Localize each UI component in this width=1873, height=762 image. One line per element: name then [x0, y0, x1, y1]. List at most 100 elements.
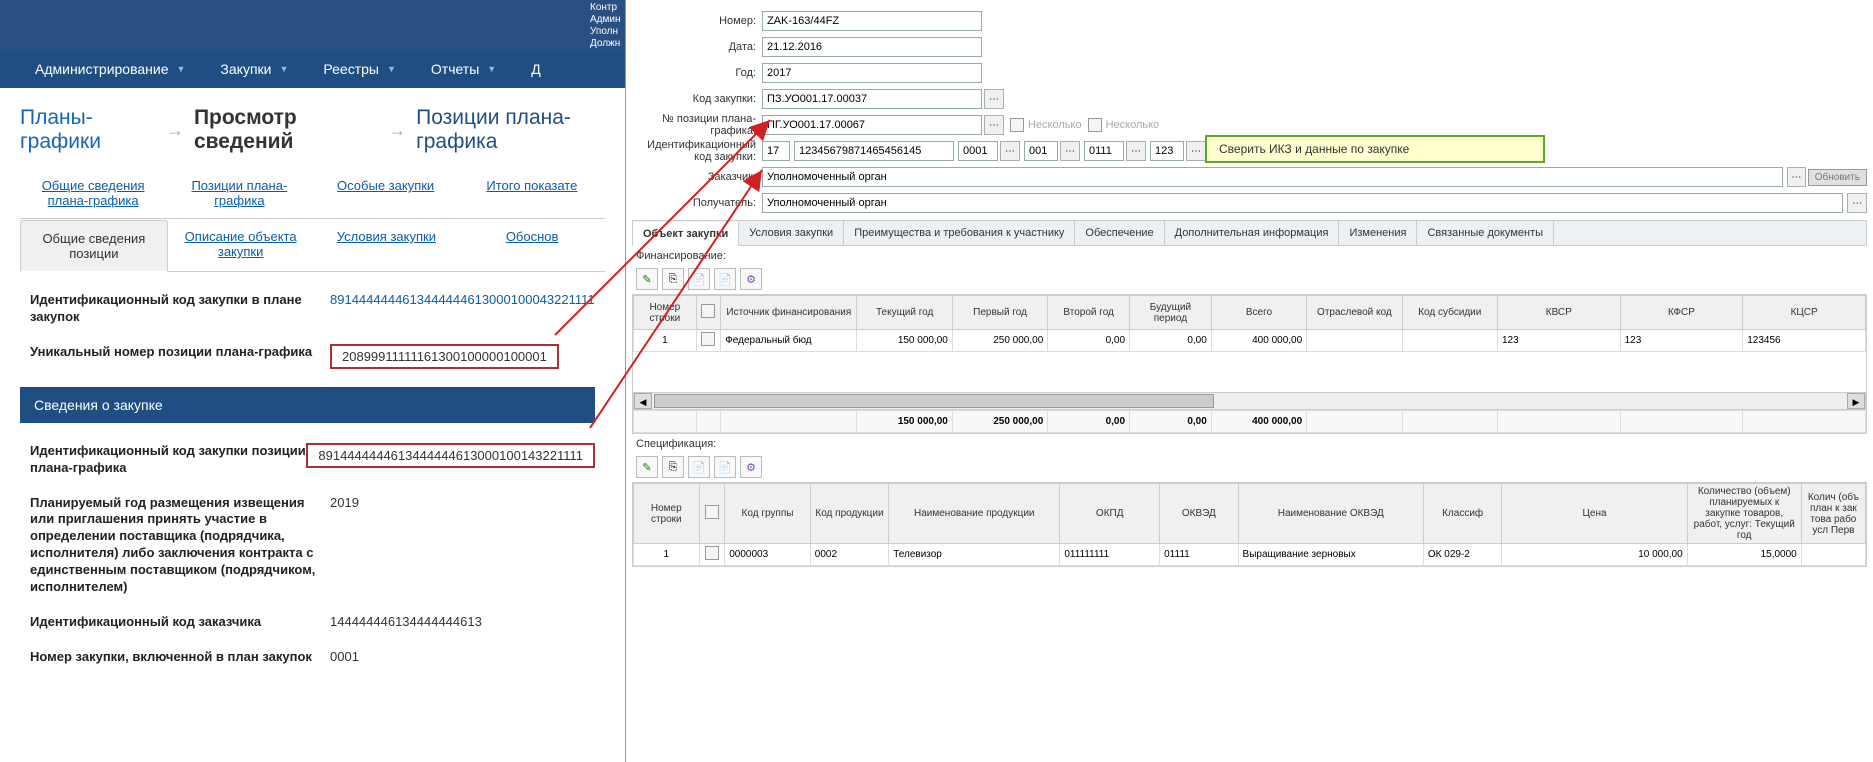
purchase-code-field[interactable] [762, 89, 982, 109]
gear-icon[interactable]: ⚙ [740, 268, 762, 290]
menu-zakupki[interactable]: Закупки▼ [220, 61, 288, 77]
tab-justification[interactable]: Обоснов [459, 219, 605, 271]
row-checkbox[interactable] [705, 546, 719, 560]
copy-icon[interactable]: ⎘ [662, 456, 684, 478]
position-num-field[interactable] [762, 115, 982, 135]
tab-additional[interactable]: Дополнительная информация [1165, 221, 1340, 245]
lookup-icon[interactable]: ⋯ [1186, 141, 1206, 161]
tab-general-plan[interactable]: Общие сведения плана-графика [20, 168, 166, 218]
gear-icon[interactable]: ⚙ [740, 456, 762, 478]
col-price: Цена [1502, 484, 1687, 544]
financing-title: Финансирование: [632, 246, 1867, 264]
col-row-num: Номер строки [634, 296, 697, 330]
horizontal-scrollbar[interactable]: ◀ ▶ [633, 392, 1866, 410]
table-row[interactable]: 1 0000003 0002 Телевизор 011111111 01111… [634, 544, 1866, 566]
col-kfsr: КФСР [1620, 296, 1743, 330]
label-purchase-num: Номер закупки, включенной в план закупок [30, 649, 330, 666]
label-year: Год: [632, 67, 762, 79]
menu-more[interactable]: Д [531, 61, 540, 77]
tab-positions[interactable]: Позиции плана-графика [166, 168, 312, 218]
value-ikz-plan[interactable]: 8914444444613444444613000100043221111 [330, 292, 595, 326]
col-source: Источник финансирования [721, 296, 857, 330]
col-product-name: Наименование продукции [889, 484, 1060, 544]
edit-icon[interactable]: ✎ [636, 456, 658, 478]
tab-related-docs[interactable]: Связанные документы [1417, 221, 1554, 245]
tab-totals[interactable]: Итого показате [459, 168, 605, 218]
doc-icon[interactable]: 📄 [688, 268, 710, 290]
lookup-icon[interactable]: ⋯ [984, 89, 1004, 109]
year-field[interactable] [762, 63, 982, 83]
col-total: Всего [1211, 296, 1306, 330]
tab-requirements[interactable]: Преимущества и требования к участнику [844, 221, 1075, 245]
col-classifier: Классиф [1423, 484, 1501, 544]
value-purchase-num: 0001 [330, 649, 359, 666]
select-all-checkbox[interactable] [701, 304, 715, 318]
ikz-part-2[interactable] [794, 141, 954, 161]
ikz-part-6[interactable] [1150, 141, 1184, 161]
scroll-thumb[interactable] [654, 394, 1214, 408]
col-group: Код группы [725, 484, 811, 544]
tab-object[interactable]: Объект закупки [633, 222, 739, 246]
copy-icon[interactable]: ⎘ [662, 268, 684, 290]
ikz-part-3[interactable] [958, 141, 998, 161]
label-number: Номер: [632, 15, 762, 27]
col-okpd: ОКПД [1060, 484, 1160, 544]
lookup-icon[interactable]: ⋯ [1847, 193, 1867, 213]
row-checkbox[interactable] [701, 332, 715, 346]
tab-general-position[interactable]: Общие сведения позиции [20, 220, 168, 272]
tab-object-desc[interactable]: Описание объекта закупки [168, 219, 314, 271]
ikz-part-5[interactable] [1084, 141, 1124, 161]
scroll-right-icon[interactable]: ▶ [1847, 393, 1865, 409]
chevron-down-icon: ▼ [279, 64, 288, 74]
tab-conditions[interactable]: Условия закупки [739, 221, 844, 245]
doc-icon[interactable]: 📄 [714, 268, 736, 290]
chevron-down-icon: ▼ [177, 64, 186, 74]
customer-field[interactable] [762, 167, 1783, 187]
col-industry: Отраслевой код [1307, 296, 1402, 330]
chevron-down-icon: ▼ [387, 64, 396, 74]
recipient-field[interactable] [762, 193, 1843, 213]
multi-checkbox-2[interactable]: Несколько [1088, 118, 1160, 132]
col-year2: Второй год [1048, 296, 1130, 330]
label-recipient: Получатель: [632, 197, 762, 209]
col-okved: ОКВЭД [1160, 484, 1238, 544]
menu-admin[interactable]: Администрирование▼ [35, 61, 185, 77]
scroll-left-icon[interactable]: ◀ [634, 393, 652, 409]
lookup-icon[interactable]: ⋯ [1787, 167, 1806, 187]
menu-reestry[interactable]: Реестры▼ [323, 61, 395, 77]
breadcrumb-plans[interactable]: Планы-графики [20, 106, 156, 154]
date-field[interactable] [762, 37, 982, 57]
tab-changes[interactable]: Изменения [1339, 221, 1417, 245]
select-all-checkbox[interactable] [705, 505, 719, 519]
value-ikz-position: 8914444444613444444613000100143221111 [306, 443, 595, 468]
number-field[interactable] [762, 11, 982, 31]
tab-special[interactable]: Особые закупки [313, 168, 459, 218]
multi-checkbox-1[interactable]: Несколько [1010, 118, 1082, 132]
tab-conditions[interactable]: Условия закупки [314, 219, 460, 271]
refresh-button[interactable]: Обновить [1808, 169, 1867, 186]
position-tabs: Общие сведения позиции Описание объекта … [20, 219, 605, 272]
edit-icon[interactable]: ✎ [636, 268, 658, 290]
user-info-strip: Контр Админ Уполн Должн [0, 0, 625, 50]
lookup-icon[interactable]: ⋯ [984, 115, 1004, 135]
ikz-part-4[interactable] [1024, 141, 1058, 161]
table-row[interactable]: 1 Федеральный бюд 150 000,00 250 000,00 … [634, 330, 1866, 352]
section-purchase-info: Сведения о закупке [20, 387, 595, 423]
label-customer-code: Идентификационный код заказчика [30, 614, 330, 631]
col-future: Будущий период [1130, 296, 1212, 330]
label-unique-num: Уникальный номер позиции плана-графика [30, 344, 330, 369]
label-purchase-code: Код закупки: [632, 93, 762, 105]
doc-icon[interactable]: 📄 [688, 456, 710, 478]
menu-otchety[interactable]: Отчеты▼ [431, 61, 496, 77]
ikz-part-1[interactable] [762, 141, 790, 161]
tab-security[interactable]: Обеспечение [1075, 221, 1164, 245]
value-unique-num: 20899911111161300100000100001 [330, 344, 559, 369]
spec-grid: Номер строки Код группы Код продукции На… [632, 482, 1867, 567]
lookup-icon[interactable]: ⋯ [1126, 141, 1146, 161]
col-row-num: Номер строки [634, 484, 700, 544]
spec-toolbar: ✎ ⎘ 📄 📄 ⚙ [632, 452, 1867, 482]
doc-icon[interactable]: 📄 [714, 456, 736, 478]
lookup-icon[interactable]: ⋯ [1060, 141, 1080, 161]
lookup-icon[interactable]: ⋯ [1000, 141, 1020, 161]
detail-tabs: Объект закупки Условия закупки Преимущес… [632, 220, 1867, 246]
